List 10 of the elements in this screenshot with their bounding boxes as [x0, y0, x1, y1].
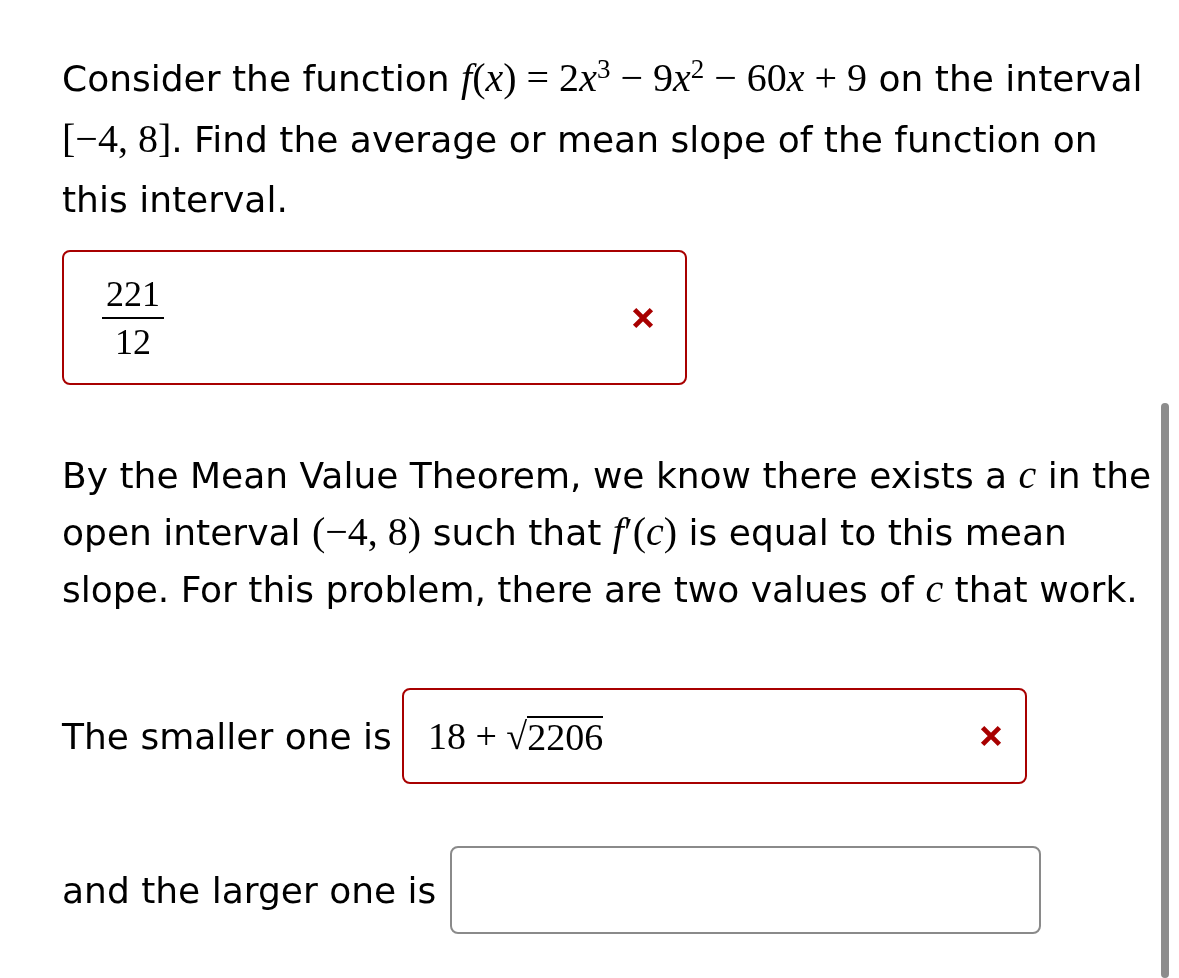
cross-icon [978, 724, 1003, 748]
question-text: and the larger one is [62, 869, 437, 911]
answer-field[interactable]: 221 12 [62, 250, 687, 385]
question-text: The smaller one is [62, 715, 392, 757]
answer-field[interactable]: 18 + √2206 [401, 688, 1027, 784]
question-text: By the Mean Value Theorem, we know there exists a c in the open interval (−4, 8) such that f′(c) is equal to this mean slope. For this problem, there are two values of c that work. [62, 451, 1153, 613]
answer-field[interactable] [450, 846, 1042, 934]
cross-icon [631, 305, 655, 330]
scrollbar[interactable] [1161, 403, 1169, 978]
question-text: Consider the function f(x) = 2x$^{3}$ − 9x$^{2}$ − 60x + 9 on the interval [−4, 8]. Find the average or mean slope of the function on this interval. [62, 53, 1144, 222]
